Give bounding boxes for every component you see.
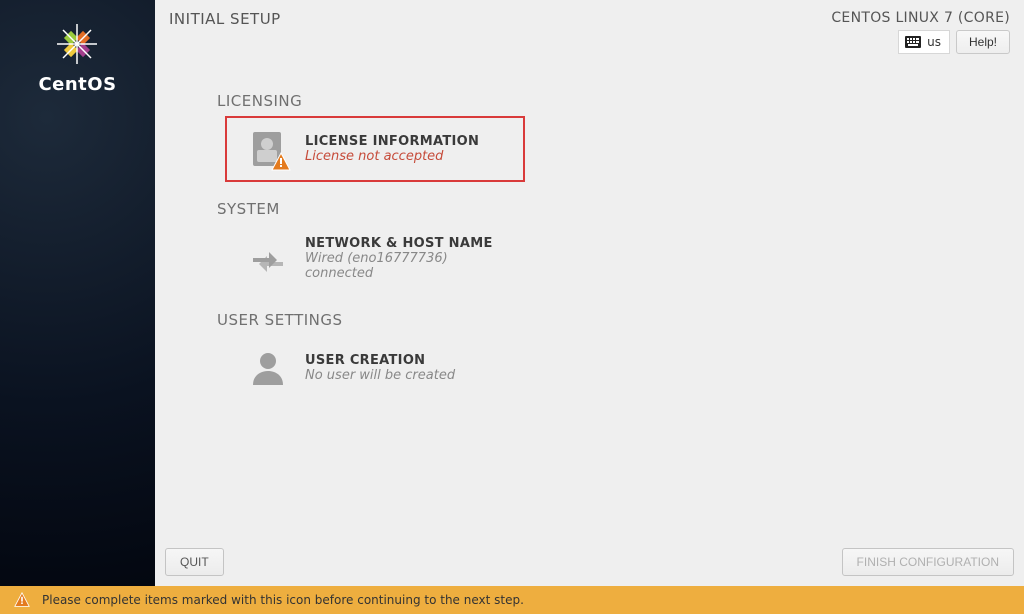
spoke-network-hostname[interactable]: NETWORK & HOST NAME Wired (eno16777736) … (225, 224, 525, 293)
spoke-title: LICENSE INFORMATION (305, 134, 479, 149)
warning-icon (14, 592, 30, 608)
keyboard-layout-indicator[interactable]: us (898, 30, 950, 54)
footer: QUIT FINISH CONFIGURATION (155, 540, 1024, 586)
help-button[interactable]: Help! (956, 30, 1010, 54)
spoke-license-information[interactable]: LICENSE INFORMATION License not accepted (225, 116, 525, 182)
license-icon (247, 128, 289, 170)
spoke-subtitle: License not accepted (305, 149, 479, 164)
spoke-title: USER CREATION (305, 353, 455, 368)
app-frame: CentOS INITIAL SETUP CENTOS LINUX 7 (COR… (0, 0, 1024, 586)
network-icon (247, 238, 289, 280)
user-icon (247, 347, 289, 389)
product-logo: CentOS (38, 18, 116, 95)
warning-message: Please complete items marked with this i… (42, 593, 524, 607)
spoke-user-creation[interactable]: USER CREATION No user will be created (225, 335, 525, 401)
warning-bar: Please complete items marked with this i… (0, 586, 1024, 614)
centos-logo-icon (51, 18, 103, 70)
section-title-licensing: LICENSING (217, 92, 984, 110)
keyboard-layout-label: us (927, 35, 941, 49)
section-title-system: SYSTEM (217, 200, 984, 218)
spoke-title: NETWORK & HOST NAME (305, 236, 511, 251)
content: LICENSING LICENSE INFORMATION (155, 54, 1024, 540)
product-name: CentOS (38, 74, 116, 95)
sidebar: CentOS (0, 0, 155, 586)
main-panel: INITIAL SETUP CENTOS LINUX 7 (CORE) us H… (155, 0, 1024, 586)
quit-button[interactable]: QUIT (165, 548, 224, 576)
spoke-subtitle: Wired (eno16777736) connected (305, 251, 511, 281)
page-title: INITIAL SETUP (169, 10, 281, 54)
keyboard-icon (905, 36, 921, 48)
os-name: CENTOS LINUX 7 (CORE) (831, 10, 1010, 26)
finish-configuration-button[interactable]: FINISH CONFIGURATION (842, 548, 1014, 576)
header: INITIAL SETUP CENTOS LINUX 7 (CORE) us H… (155, 0, 1024, 54)
warning-overlay-icon (271, 152, 291, 172)
section-title-user-settings: USER SETTINGS (217, 311, 984, 329)
spoke-subtitle: No user will be created (305, 368, 455, 383)
